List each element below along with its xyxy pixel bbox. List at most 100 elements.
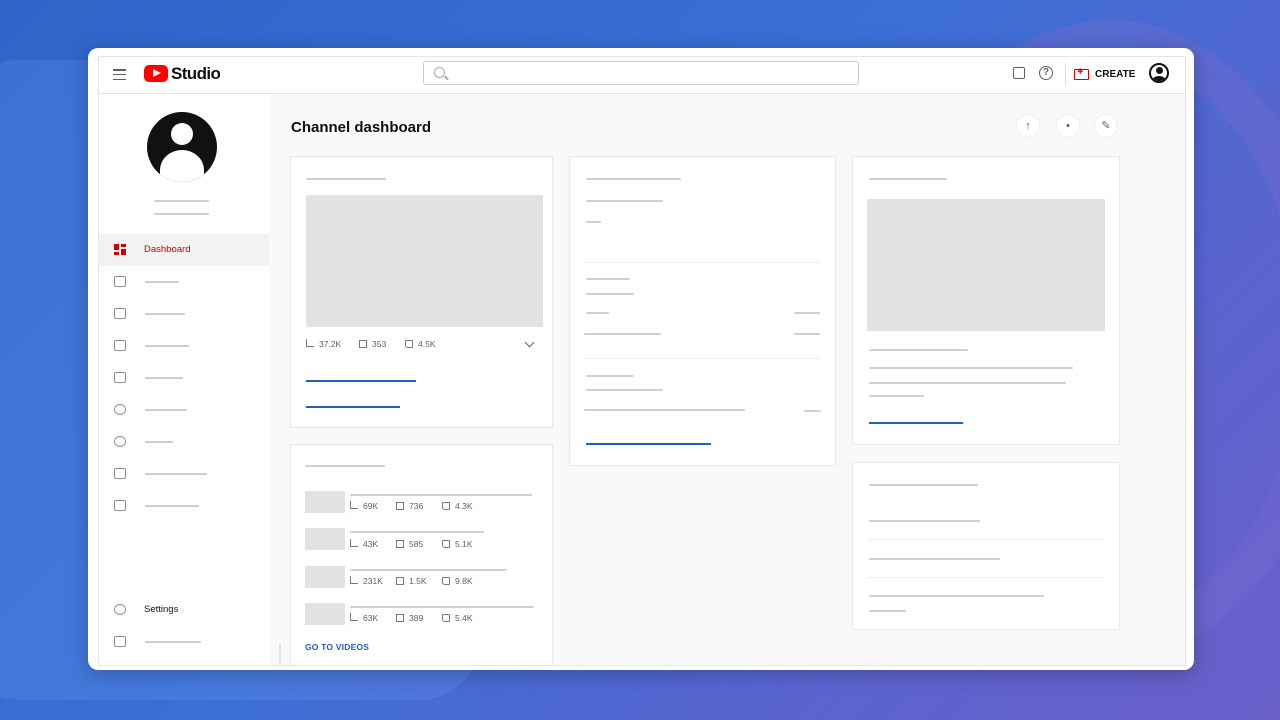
account-avatar[interactable] — [1149, 63, 1169, 83]
browser-frame: Studio ? CREATE D — [88, 48, 1194, 670]
comments-stat: 1.5K — [396, 576, 427, 586]
content-icon — [114, 276, 126, 287]
card-link-placeholder[interactable] — [869, 422, 963, 424]
sidebar-item-label: Dashboard — [144, 244, 191, 255]
sidebar-item-content[interactable] — [99, 266, 269, 298]
copyright-icon — [114, 404, 126, 415]
idea-placeholder — [869, 610, 906, 612]
divider — [584, 262, 820, 263]
sidebar-item-placeholder — [145, 377, 183, 379]
gear-icon — [114, 604, 126, 615]
card-title-placeholder — [869, 178, 947, 180]
sidebar-item-earn[interactable] — [99, 426, 269, 458]
views-icon — [306, 339, 314, 347]
dollar-icon — [114, 436, 126, 447]
sidebar-scrollbar[interactable] — [279, 643, 281, 663]
like-icon — [442, 577, 450, 585]
metric-value-placeholder — [794, 312, 820, 314]
channel-handle-placeholder — [154, 213, 209, 215]
likes-stat: 5.4K — [442, 613, 473, 623]
published-videos-card: 69K 736 4.3K 43K 585 5.1K 231K 1.5K 9.8K — [290, 444, 553, 665]
news-text-placeholder — [869, 367, 1073, 369]
sidebar-item-placeholder — [145, 409, 187, 411]
video-title-placeholder — [350, 531, 484, 533]
sidebar-item-placeholder — [145, 641, 201, 643]
divider — [584, 358, 820, 359]
card-title-placeholder — [586, 178, 681, 180]
edit-icon[interactable]: ✎ — [1095, 115, 1117, 137]
views-stat: 231K — [350, 576, 383, 586]
news-thumbnail[interactable] — [867, 199, 1105, 331]
video-title-placeholder — [350, 569, 507, 571]
ideas-card — [852, 462, 1120, 630]
subscriber-count-placeholder — [586, 221, 601, 223]
feedback-icon[interactable] — [1013, 67, 1025, 79]
go-to-videos-link[interactable]: GO TO VIDEOS — [305, 642, 369, 652]
video-title-placeholder — [350, 494, 532, 496]
video-title-placeholder — [350, 606, 534, 608]
channel-avatar[interactable] — [147, 112, 217, 182]
card-link-placeholder[interactable] — [586, 443, 711, 445]
summary-title-placeholder — [586, 278, 630, 280]
comments-stat: 736 — [396, 501, 423, 511]
sidebar-item-comments[interactable] — [99, 330, 269, 362]
likes-stat: 9.8K — [442, 576, 473, 586]
like-icon — [405, 340, 413, 348]
video-thumbnail[interactable] — [305, 528, 345, 550]
video-add-icon — [1074, 66, 1089, 80]
video-thumbnail[interactable] — [306, 195, 543, 327]
live-icon[interactable]: • — [1057, 115, 1079, 137]
top-videos-title-placeholder — [586, 375, 634, 377]
sidebar-item-customization[interactable] — [99, 458, 269, 490]
audio-library-icon — [114, 500, 126, 511]
sidebar-item-settings[interactable]: Settings — [99, 594, 269, 626]
sidebar-item-placeholder — [145, 505, 199, 507]
sidebar-item-feedback[interactable] — [99, 626, 269, 658]
sidebar-item-subtitles[interactable] — [99, 362, 269, 394]
dashboard-icon — [114, 244, 126, 255]
card-title-placeholder — [306, 178, 386, 180]
sidebar-item-placeholder — [145, 313, 185, 315]
creator-insider-card — [852, 156, 1120, 445]
likes-stat: 4.3K — [442, 501, 473, 511]
help-icon[interactable]: ? — [1039, 66, 1053, 80]
hamburger-icon[interactable] — [113, 69, 126, 81]
comments-stat: 389 — [396, 613, 423, 623]
video-thumbnail[interactable] — [305, 491, 345, 513]
likes-stat: 4.5K — [405, 339, 436, 349]
card-subtitle-placeholder — [586, 200, 663, 202]
sidebar-item-dashboard[interactable]: Dashboard — [99, 234, 269, 266]
chevron-down-icon[interactable] — [524, 337, 535, 348]
metric-label-placeholder — [584, 333, 661, 335]
like-icon — [442, 614, 450, 622]
top-bar: Studio ? CREATE — [99, 57, 1185, 94]
card-link-placeholder[interactable] — [306, 406, 400, 408]
sidebar-item-audio-library[interactable] — [99, 490, 269, 522]
views-stat: 63K — [350, 613, 378, 623]
search-icon — [434, 67, 445, 78]
analytics-icon — [114, 308, 126, 319]
search-input[interactable] — [423, 61, 859, 85]
summary-subtitle-placeholder — [586, 293, 634, 295]
sidebar-item-analytics[interactable] — [99, 298, 269, 330]
upload-icon[interactable]: ↑ — [1017, 115, 1039, 137]
sidebar-item-placeholder — [145, 473, 207, 475]
views-stat: 37.2K — [306, 339, 341, 349]
top-videos-subtitle-placeholder — [586, 389, 663, 391]
youtube-logo-icon[interactable] — [144, 65, 168, 82]
video-thumbnail[interactable] — [305, 603, 345, 625]
studio-app: Studio ? CREATE D — [98, 56, 1186, 666]
logo-text[interactable]: Studio — [171, 64, 221, 84]
card-link-placeholder[interactable] — [306, 380, 416, 382]
sidebar-item-copyright[interactable] — [99, 394, 269, 426]
divider — [867, 577, 1103, 578]
sidebar-item-label: Settings — [144, 604, 179, 615]
subtitles-icon — [114, 372, 126, 383]
idea-placeholder — [869, 595, 1044, 597]
create-button[interactable]: CREATE — [1065, 63, 1143, 85]
views-icon — [350, 613, 358, 621]
views-stat: 69K — [350, 501, 378, 511]
sidebar-item-placeholder — [145, 345, 189, 347]
views-stat: 43K — [350, 539, 378, 549]
video-thumbnail[interactable] — [305, 566, 345, 588]
